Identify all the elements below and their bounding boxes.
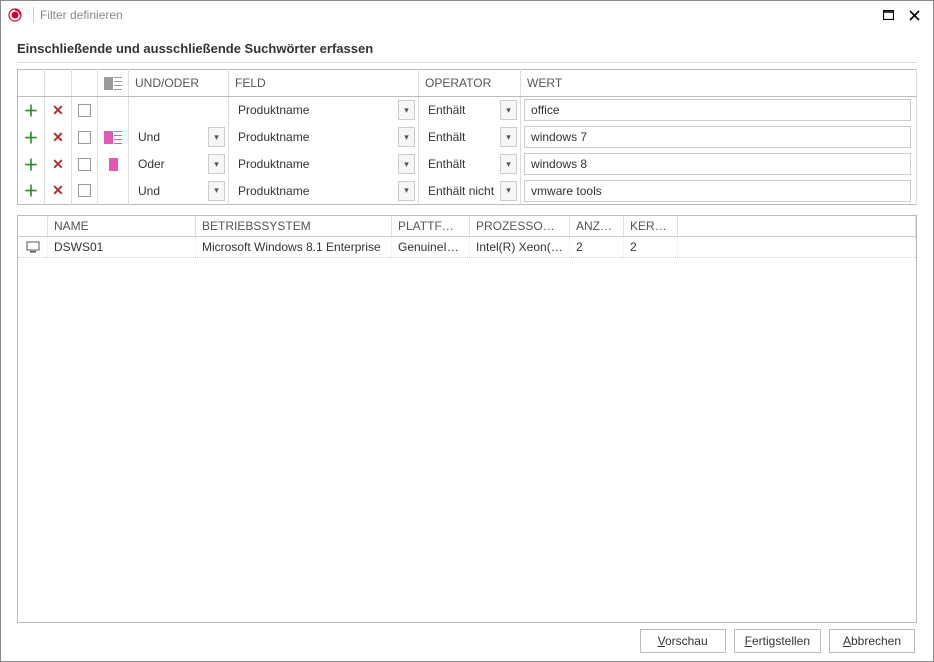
add-row-button[interactable]: ＋	[21, 154, 41, 174]
results-col-count[interactable]: ANZA...	[570, 216, 624, 236]
close-button[interactable]	[901, 4, 927, 26]
operator-select[interactable]: Enthält ▾	[422, 99, 517, 121]
row-checkbox[interactable]	[78, 131, 91, 144]
chevron-down-icon[interactable]: ▾	[500, 154, 517, 174]
results-col-name[interactable]: NAME	[48, 216, 196, 236]
andor-select[interactable]: Und ▾	[132, 126, 225, 148]
col-andor-header[interactable]: UND/ODER	[129, 70, 229, 97]
chevron-down-icon[interactable]: ▾	[398, 181, 415, 201]
add-row-button[interactable]: ＋	[21, 127, 41, 147]
col-indicator-header	[98, 70, 129, 97]
results-col-icon	[18, 216, 48, 236]
results-col-rest	[678, 216, 916, 236]
finish-button[interactable]: Fertigstellen	[734, 629, 821, 653]
col-add-header	[18, 70, 45, 97]
chevron-down-icon[interactable]: ▾	[500, 181, 517, 201]
chevron-down-icon[interactable]: ▾	[500, 127, 517, 147]
col-check-header	[72, 70, 98, 97]
instruction-label: Einschließende und ausschließende Suchwö…	[17, 41, 917, 56]
results-header-row: NAME BETRIEBSSYSTEM PLATTFORM PROZESSORN…	[18, 216, 916, 237]
row-checkbox[interactable]	[78, 104, 91, 117]
filter-header-row: UND/ODER FELD OPERATOR WERT	[18, 70, 917, 97]
cell-name: DSWS01	[48, 237, 196, 257]
wert-input[interactable]: windows 7	[524, 126, 911, 148]
computer-icon	[18, 237, 48, 257]
preview-button[interactable]: Vorschau	[640, 629, 726, 653]
cancel-button[interactable]: Abbrechen	[829, 629, 915, 653]
col-operator-header[interactable]: OPERATOR	[419, 70, 521, 97]
cell-count: 2	[570, 237, 624, 257]
app-icon	[7, 7, 23, 23]
results-col-platform[interactable]: PLATTFORM	[392, 216, 470, 236]
cell-processor: Intel(R) Xeon(R)...	[470, 237, 570, 257]
chevron-down-icon[interactable]: ▾	[208, 154, 225, 174]
delete-row-button[interactable]: ✕	[48, 127, 68, 147]
wert-input[interactable]: office	[524, 99, 911, 121]
delete-row-button[interactable]: ✕	[48, 154, 68, 174]
operator-select[interactable]: Enthält ▾	[422, 126, 517, 148]
indicator-icon	[104, 77, 122, 90]
cell-os: Microsoft Windows 8.1 Enterprise	[196, 237, 392, 257]
window-title: Filter definieren	[40, 8, 123, 22]
filter-row: ＋ ✕ Und ▾ Produktname ▾	[18, 178, 917, 205]
chevron-down-icon[interactable]: ▾	[208, 127, 225, 147]
add-row-button[interactable]: ＋	[21, 181, 41, 201]
feld-select[interactable]: Produktname ▾	[232, 126, 415, 148]
col-wert-header[interactable]: WERT	[521, 70, 917, 97]
results-col-processor[interactable]: PROZESSORNA...	[470, 216, 570, 236]
feld-select[interactable]: Produktname ▾	[232, 99, 415, 121]
results-row[interactable]: DSWS01 Microsoft Windows 8.1 Enterprise …	[18, 237, 916, 258]
results-col-cores[interactable]: KERNE	[624, 216, 678, 236]
wert-input[interactable]: vmware tools	[524, 180, 911, 202]
andor-select[interactable]	[132, 99, 225, 121]
results-col-os[interactable]: BETRIEBSSYSTEM	[196, 216, 392, 236]
delete-row-button[interactable]: ✕	[48, 100, 68, 120]
maximize-button[interactable]	[875, 4, 901, 26]
cell-cores: 2	[624, 237, 678, 257]
add-row-button[interactable]: ＋	[21, 100, 41, 120]
titlebar-separator	[33, 7, 34, 23]
chevron-down-icon[interactable]: ▾	[398, 154, 415, 174]
col-delete-header	[45, 70, 72, 97]
chevron-down-icon[interactable]: ▾	[398, 100, 415, 120]
delete-row-button[interactable]: ✕	[48, 181, 68, 201]
indicator-icon	[101, 131, 125, 144]
filter-grid: UND/ODER FELD OPERATOR WERT ＋ ✕	[17, 69, 917, 205]
chevron-down-icon[interactable]: ▾	[500, 100, 517, 120]
filter-row: ＋ ✕ Und ▾ Produktname ▾	[18, 124, 917, 151]
filter-row: ＋ ✕ Produktname ▾ Enthält	[18, 97, 917, 124]
col-feld-header[interactable]: FELD	[229, 70, 419, 97]
chevron-down-icon[interactable]: ▾	[398, 127, 415, 147]
titlebar: Filter definieren	[1, 1, 933, 29]
chevron-down-icon[interactable]: ▾	[208, 181, 225, 201]
andor-select[interactable]: Und ▾	[132, 180, 225, 202]
row-checkbox[interactable]	[78, 184, 91, 197]
andor-select[interactable]: Oder ▾	[132, 153, 225, 175]
footer-buttons: Vorschau Fertigstellen Abbrechen	[17, 629, 917, 653]
feld-select[interactable]: Produktname ▾	[232, 180, 415, 202]
wert-input[interactable]: windows 8	[524, 153, 911, 175]
indicator-icon	[101, 158, 125, 171]
filter-row: ＋ ✕ Oder ▾ Produktname ▾	[18, 151, 917, 178]
cell-platform: GenuineIntel	[392, 237, 470, 257]
results-grid: NAME BETRIEBSSYSTEM PLATTFORM PROZESSORN…	[17, 215, 917, 623]
operator-select[interactable]: Enthält ▾	[422, 153, 517, 175]
divider	[17, 62, 917, 63]
row-checkbox[interactable]	[78, 158, 91, 171]
feld-select[interactable]: Produktname ▾	[232, 153, 415, 175]
operator-select[interactable]: Enthält nicht ▾	[422, 180, 517, 202]
